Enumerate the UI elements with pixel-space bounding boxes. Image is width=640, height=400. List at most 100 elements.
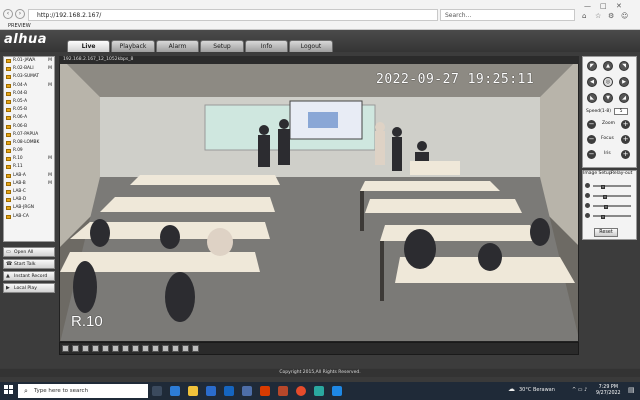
channel-item[interactable]: R.06-B <box>4 123 54 131</box>
video-tool-icon[interactable] <box>142 345 149 352</box>
iris-open-icon[interactable]: + <box>621 150 630 159</box>
focus-far-icon[interactable]: + <box>621 135 630 144</box>
browser-tab[interactable]: PREVIEW <box>0 22 31 30</box>
video-tool-icon[interactable] <box>112 345 119 352</box>
speed-select[interactable]: 5 <box>614 108 628 115</box>
video-tool-icon[interactable] <box>182 345 189 352</box>
address-bar[interactable]: http://192.168.2.167/ <box>28 9 438 21</box>
channel-item[interactable]: R.02-BALI M <box>4 65 54 73</box>
channel-item[interactable]: R.04-A M <box>4 82 54 90</box>
app-icon-1[interactable] <box>170 386 180 396</box>
app-icon-2[interactable] <box>242 386 252 396</box>
video-tool-icon[interactable] <box>102 345 109 352</box>
image-slider[interactable] <box>585 203 635 209</box>
close-icon[interactable]: ✕ <box>616 2 622 10</box>
ptz-up-icon[interactable]: ▲ <box>603 61 613 71</box>
tab-alarm[interactable]: Alarm <box>156 40 199 52</box>
video-view[interactable] <box>59 56 579 342</box>
taskbar-search-input[interactable]: Type here to search <box>18 384 148 398</box>
channel-item[interactable]: R.07-PAPUA <box>4 131 54 139</box>
channel-item[interactable]: R.08-LOMBK <box>4 139 54 147</box>
windows-start-icon[interactable] <box>4 385 14 395</box>
file-explorer-icon[interactable] <box>188 386 198 396</box>
browser-search-input[interactable]: Search... <box>440 9 575 21</box>
slider-knob[interactable] <box>604 205 609 209</box>
video-tool-icon[interactable] <box>62 345 69 352</box>
chrome-icon[interactable] <box>296 386 306 396</box>
slider-knob[interactable] <box>600 215 605 219</box>
tab-image-setup[interactable]: Image Setup <box>583 171 612 176</box>
open-all-button[interactable]: ▭ Open All <box>3 247 55 257</box>
video-tool-icon[interactable] <box>122 345 129 352</box>
channel-item[interactable]: LAB-B M <box>4 180 54 188</box>
ptz-right-icon[interactable]: ▶ <box>619 77 629 87</box>
edge-icon[interactable] <box>314 386 324 396</box>
video-tool-icon[interactable] <box>172 345 179 352</box>
ptz-down-right-icon[interactable]: ◢ <box>619 93 629 103</box>
slider-track[interactable] <box>593 215 631 219</box>
video-tool-icon[interactable] <box>72 345 79 352</box>
start-talk-button[interactable]: ☎ Start Talk <box>3 259 55 269</box>
tab-relay-out[interactable]: Relay-out <box>611 171 632 176</box>
ptz-left-icon[interactable]: ◀ <box>587 77 597 87</box>
channel-item[interactable]: LAB-JRGN <box>4 204 54 212</box>
video-tool-icon[interactable] <box>132 345 139 352</box>
home-icon[interactable]: ⌂ <box>582 12 586 20</box>
maximize-icon[interactable]: □ <box>600 2 607 10</box>
channel-item[interactable]: LAB-A M <box>4 172 54 180</box>
powerpoint-icon[interactable] <box>260 386 270 396</box>
channel-item[interactable]: R.06-A <box>4 114 54 122</box>
ptz-up-right-icon[interactable]: ◥ <box>619 61 629 71</box>
zoom-out-icon[interactable]: − <box>587 120 596 129</box>
image-slider[interactable] <box>585 213 635 219</box>
channel-item[interactable]: R.05-B <box>4 106 54 114</box>
store-icon[interactable] <box>206 386 216 396</box>
channel-item[interactable]: R.09 <box>4 147 54 155</box>
slider-track[interactable] <box>593 185 631 189</box>
channel-item[interactable]: R.05-A <box>4 98 54 106</box>
ie-icon[interactable] <box>332 386 342 396</box>
channel-item[interactable]: R.01-JAWA M <box>4 57 54 65</box>
focus-near-icon[interactable]: − <box>587 135 596 144</box>
notification-icon[interactable]: ▤ <box>628 386 635 394</box>
tab-playback[interactable]: Playback <box>111 40 155 52</box>
clock[interactable]: 7:29 PM 9/27/2022 <box>596 385 621 397</box>
tab-logout[interactable]: Logout <box>289 40 333 52</box>
iris-close-icon[interactable]: − <box>587 150 596 159</box>
smiley-icon[interactable]: ☺ <box>621 12 628 20</box>
channel-item[interactable]: LAB-CA <box>4 213 54 221</box>
instant-record-button[interactable]: ▲ Instant Record <box>3 271 55 281</box>
channel-item[interactable]: LAB-C <box>4 188 54 196</box>
slider-knob[interactable] <box>600 185 605 189</box>
tab-info[interactable]: Info <box>245 40 288 52</box>
channel-item[interactable]: R.04-B <box>4 90 54 98</box>
settings-icon[interactable]: ⚙ <box>608 12 614 20</box>
channel-item[interactable]: R.03-SUMAT <box>4 73 54 81</box>
image-slider[interactable] <box>585 183 635 189</box>
video-tool-icon[interactable] <box>162 345 169 352</box>
tab-setup[interactable]: Setup <box>200 40 244 52</box>
minimize-icon[interactable]: — <box>584 2 591 10</box>
mail-icon[interactable] <box>224 386 234 396</box>
channel-item[interactable]: R.11 <box>4 163 54 171</box>
back-icon[interactable]: ‹ <box>3 9 13 19</box>
reset-button[interactable]: Reset <box>594 228 618 237</box>
tray-icons[interactable]: ^ ▭ ♪ <box>572 387 587 393</box>
slider-track[interactable] <box>593 195 631 199</box>
video-tool-icon[interactable] <box>92 345 99 352</box>
favorites-icon[interactable]: ☆ <box>595 12 601 20</box>
forward-icon[interactable]: › <box>15 9 25 19</box>
app-icon-3[interactable] <box>278 386 288 396</box>
image-slider[interactable] <box>585 193 635 199</box>
local-play-button[interactable]: ▶ Local Play <box>3 283 55 293</box>
tab-live[interactable]: Live <box>67 40 110 52</box>
video-tool-icon[interactable] <box>152 345 159 352</box>
ptz-down-icon[interactable]: ▼ <box>603 93 613 103</box>
zoom-in-icon[interactable]: + <box>621 120 630 129</box>
video-tool-icon[interactable] <box>192 345 199 352</box>
video-tool-icon[interactable] <box>82 345 89 352</box>
slider-knob[interactable] <box>602 195 607 199</box>
channel-item[interactable]: R.10 M <box>4 155 54 163</box>
weather-text[interactable]: 30°C Berawan <box>519 387 555 393</box>
ptz-down-left-icon[interactable]: ◣ <box>587 93 597 103</box>
